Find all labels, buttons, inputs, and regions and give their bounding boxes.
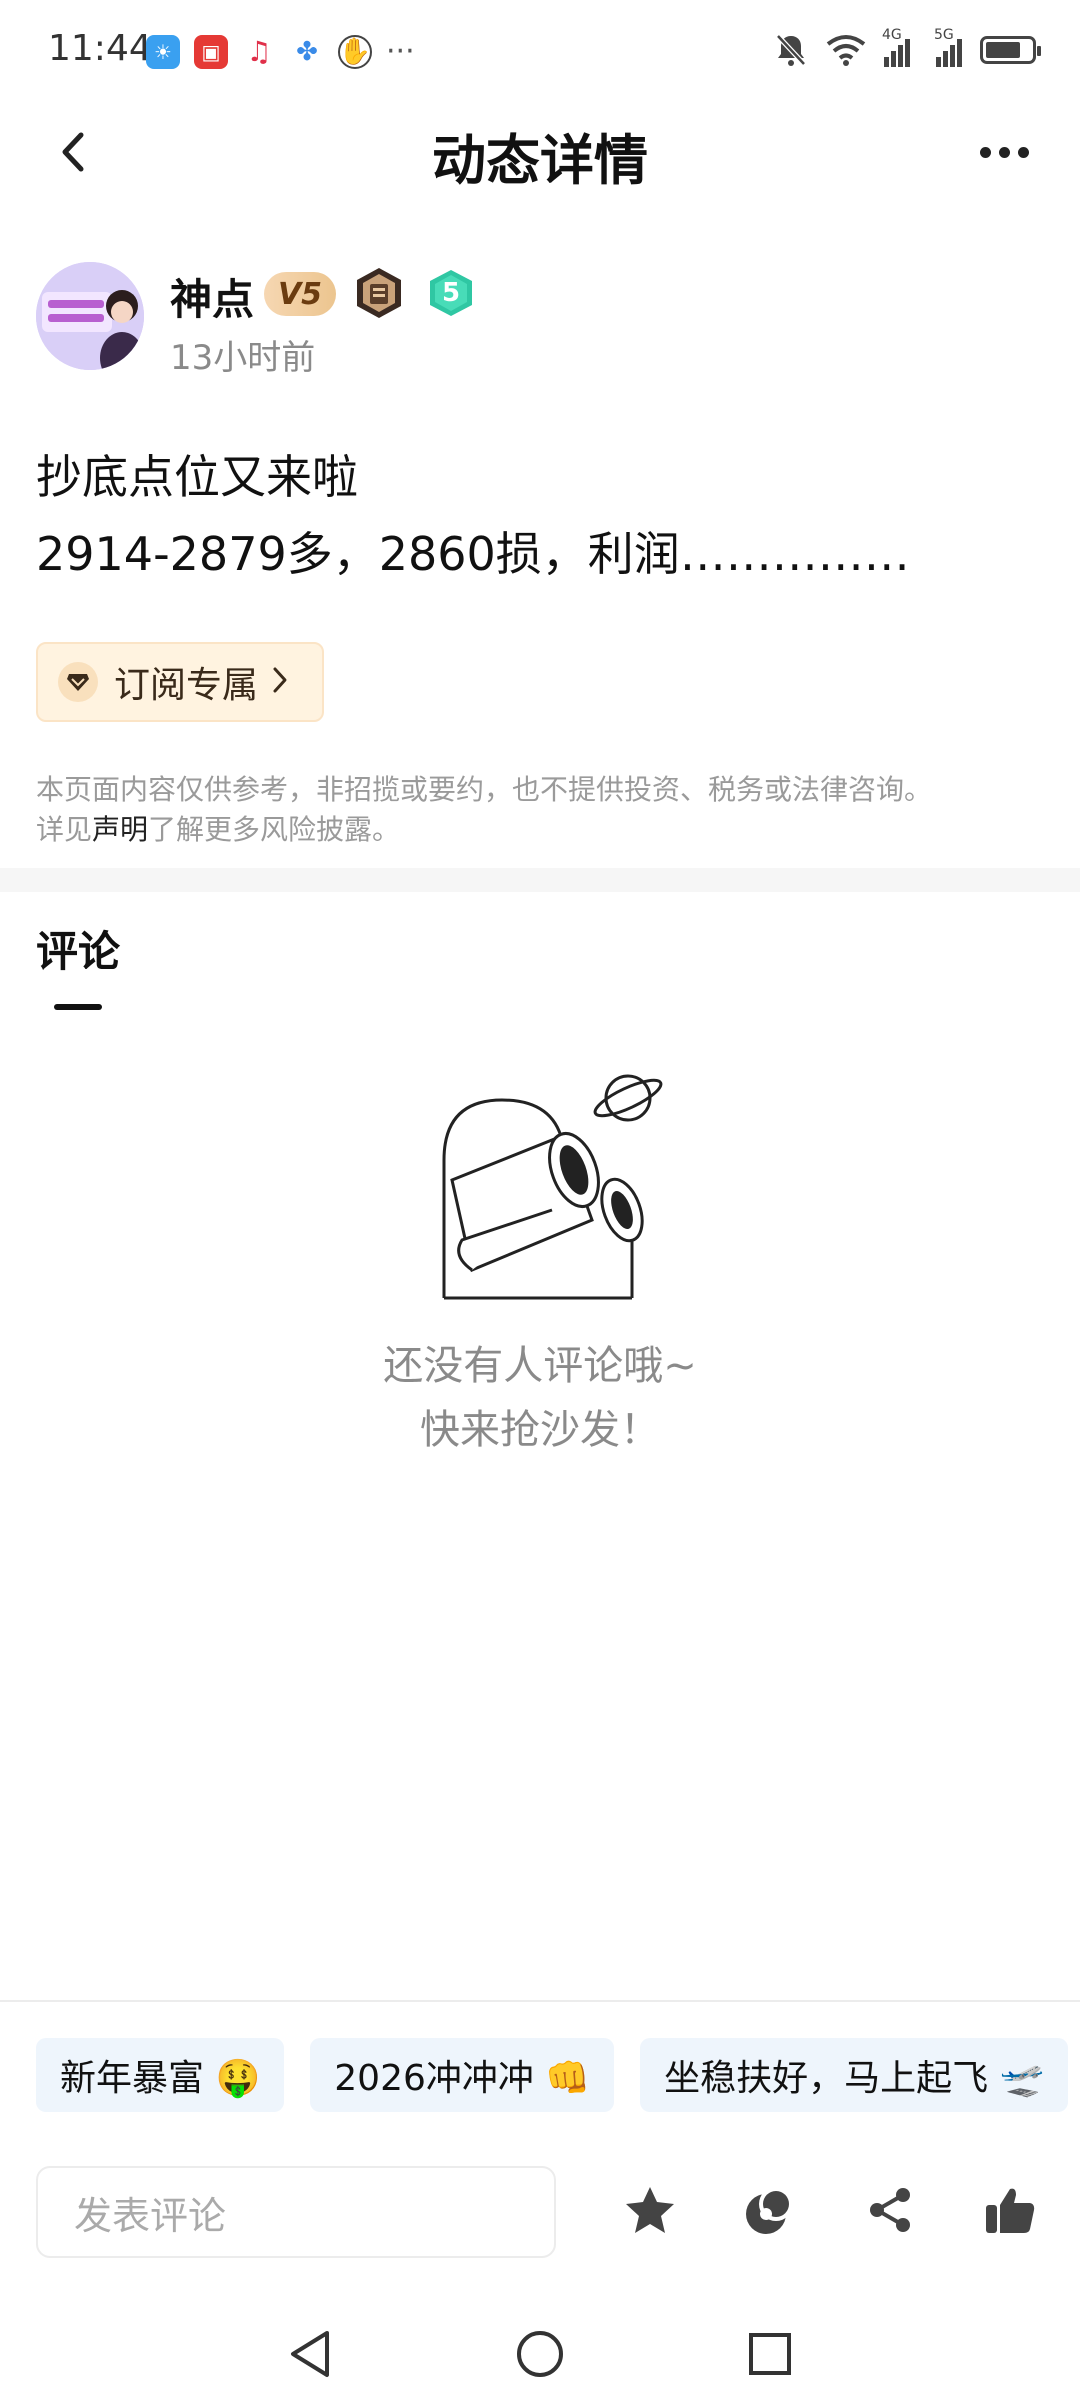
page-title: 动态详情 [432, 129, 648, 192]
post-body: 2914-2879多，2860损，利润…………… [36, 527, 910, 581]
signal-5g-icon: 5G [934, 27, 962, 67]
system-nav-bar [0, 2300, 1080, 2400]
system-status-icons: 4G 5G [774, 27, 1041, 68]
quick-tag[interactable]: 新年暴富 🤑 [36, 2038, 285, 2112]
post-time: 13小时前 [170, 338, 316, 378]
comments-tab[interactable]: 评论 [36, 918, 120, 979]
status-time: 11:44 [48, 28, 152, 69]
disclaimer-statement-link[interactable]: 声明 [92, 813, 148, 846]
more-notifications-icon: ··· [386, 34, 415, 69]
star-icon [626, 2187, 674, 2233]
author-name[interactable]: 神点 [170, 266, 254, 327]
quick-comment-tags: 新年暴富 🤑 2026冲冲冲 👊 坐稳扶好，马上起飞 🛫 [36, 2038, 1069, 2112]
mute-bell-icon [776, 34, 806, 66]
disclaimer: 本页面内容仅供参考，非招揽或要约，也不提供投资、税务或法律咨询。 详见声明了解更… [36, 770, 1046, 850]
disclaimer-prefix: 详见 [36, 813, 93, 846]
avatar-image [36, 262, 144, 370]
post-detail-page: 11:44 ☀ ▣ ♫ ✤ ✋ ··· 4G 5G 动态详情 神点 V5 5 1… [0, 0, 1080, 2400]
signal-4g-icon: 4G [882, 27, 910, 67]
circle-home-icon [517, 2331, 563, 2377]
section-divider [0, 868, 1080, 892]
author-info: 神点 V5 5 13小时前 [36, 262, 1036, 382]
nav-home-button[interactable] [510, 2324, 570, 2384]
subscribe-label: 订阅专属 [114, 665, 259, 706]
network-5g-label: 5G [934, 27, 954, 43]
share-icon [870, 2188, 910, 2232]
chevron-right-icon [272, 666, 288, 698]
reward-button[interactable] [740, 2180, 800, 2240]
avatar[interactable] [36, 262, 144, 370]
more-dot-icon [979, 146, 991, 158]
subscribe-exclusive-button[interactable]: 订阅专属 [36, 642, 324, 722]
empty-line-1: 还没有人评论哦~ [383, 1343, 697, 1389]
square-recents-icon [749, 2333, 791, 2375]
favorite-button[interactable] [620, 2180, 680, 2240]
post-content: 抄底点位又来啦 2914-2879多，2860损，利润…………… [36, 440, 1046, 594]
empty-comments-message: 还没有人评论哦~ 快来抢沙发！ [0, 1334, 1080, 1462]
medal-badge-icon [357, 268, 401, 318]
status-bar: 11:44 ☀ ▣ ♫ ✤ ✋ ··· 4G 5G [0, 0, 1080, 100]
binoculars-planet-icon [442, 1074, 663, 1300]
pinwheel-app-icon: ✤ [290, 34, 324, 69]
quick-tag[interactable]: 2026冲冲冲 👊 [310, 2038, 615, 2112]
weather-app-icon: ☀ [146, 34, 180, 69]
notification-icons: ☀ ▣ ♫ ✤ ✋ ··· [146, 34, 415, 69]
user-level-number: 5 [441, 278, 461, 308]
post-actions [620, 2180, 1040, 2240]
battery-icon [980, 36, 1041, 64]
bottom-bar-divider [0, 2000, 1080, 2002]
more-options-button[interactable] [964, 120, 1044, 184]
quick-tag[interactable]: 坐稳扶好，马上起飞 🛫 [640, 2038, 1069, 2112]
wifi-icon [826, 35, 866, 66]
post-title: 抄底点位又来啦 [36, 450, 358, 504]
share-button[interactable] [860, 2180, 920, 2240]
thumbs-up-icon [986, 2188, 1035, 2233]
diamond-icon [58, 662, 98, 702]
news-app-icon: ▣ [194, 34, 228, 69]
user-level-badge: 5 [426, 268, 476, 318]
vip-level-badge: V5 [264, 272, 336, 316]
disclaimer-line2: 详见声明了解更多风险披露。 [36, 810, 1046, 850]
empty-line-2: 快来抢沙发！ [420, 1407, 660, 1453]
nav-recents-button[interactable] [740, 2324, 800, 2384]
coin-icon [746, 2187, 793, 2234]
hand-app-icon: ✋ [338, 34, 372, 69]
comment-input[interactable]: 发表评论 [36, 2166, 556, 2258]
disclaimer-line1: 本页面内容仅供参考，非招揽或要约，也不提供投资、税务或法律咨询。 [36, 773, 933, 806]
music-app-icon: ♫ [242, 34, 276, 69]
triangle-back-icon [291, 2331, 329, 2377]
header: 动态详情 [0, 100, 1080, 204]
nav-back-button[interactable] [280, 2324, 340, 2384]
more-dot-icon [1017, 146, 1029, 158]
like-button[interactable] [980, 2180, 1040, 2240]
more-dot-icon [998, 146, 1010, 158]
disclaimer-suffix: 了解更多风险披露。 [148, 813, 401, 846]
comments-tab-indicator [54, 1004, 102, 1010]
network-4g-label: 4G [882, 27, 902, 43]
